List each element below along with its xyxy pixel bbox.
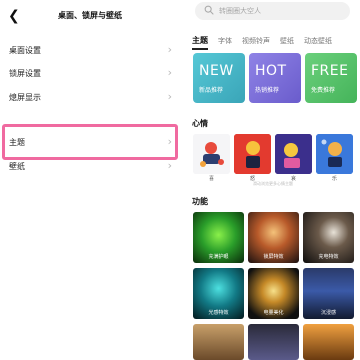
mood-card-joy[interactable] <box>193 134 230 174</box>
banner-free[interactable]: FREE 免费推荐 <box>305 53 357 103</box>
mood-card-happy[interactable] <box>316 134 353 174</box>
category-tabs: 主题 字体 视频铃声 壁纸 动态壁纸 <box>192 28 360 50</box>
mood-caption: 喜 <box>208 176 214 182</box>
feature-card-light-effect[interactable]: 光感特效 <box>193 268 244 319</box>
tab-font[interactable]: 字体 <box>218 36 232 46</box>
search-bar[interactable] <box>195 2 350 20</box>
feature-label: 光感特效 <box>208 310 229 316</box>
mood-illustration <box>193 134 230 174</box>
mood-caption: 乐 <box>331 176 337 182</box>
mood-section-title: 心情 <box>192 119 208 128</box>
settings-item-label: 桌面设置 <box>9 46 41 55</box>
chevron-right-icon: › <box>167 159 172 172</box>
feature-card-charge-effect[interactable]: 充电特效 <box>303 212 354 263</box>
settings-item-label: 锁屏设置 <box>9 69 41 78</box>
tab-wallpaper[interactable]: 壁纸 <box>280 36 294 46</box>
banner-title: HOT <box>255 63 287 79</box>
search-icon <box>204 5 214 15</box>
banner-new[interactable]: NEW 新品推荐 <box>193 53 245 103</box>
mood-illustration <box>275 134 312 174</box>
settings-item-label: 主题 <box>9 138 25 147</box>
banner-subtitle: 新品推荐 <box>199 87 224 94</box>
tab-video-ringtone[interactable]: 视频铃声 <box>242 36 270 46</box>
settings-item-label: 壁纸 <box>9 162 25 171</box>
mood-illustration <box>316 134 353 174</box>
settings-item-wallpaper[interactable]: 壁纸 › <box>0 155 183 177</box>
feature-card-more-3[interactable] <box>303 324 354 360</box>
settings-item-lockscreen[interactable]: 锁屏设置 › <box>0 62 183 84</box>
chevron-right-icon: › <box>167 90 172 103</box>
features-section-title: 功能 <box>192 197 208 206</box>
mood-illustration <box>234 134 271 174</box>
feature-card-lock-effect[interactable]: 锁屏特效 <box>248 212 299 263</box>
settings-item-theme[interactable]: 主题 › <box>0 131 183 153</box>
feature-label: 充满护眼 <box>208 254 229 260</box>
banner-hot[interactable]: HOT 热销推荐 <box>249 53 301 103</box>
feature-label: 电量美化 <box>263 310 284 316</box>
settings-panel: ❮ 桌面、锁屏与壁纸 桌面设置 › 锁屏设置 › 熄屏显示 › 主题 › 壁纸 … <box>0 0 183 360</box>
chevron-right-icon: › <box>167 43 172 56</box>
theme-store-panel: 主题字体视频铃声壁纸动态壁纸 NEW 新品推荐 HOT 热销推荐 FREE 免费… <box>183 0 360 360</box>
page-title: 桌面、锁屏与壁纸 <box>58 11 122 20</box>
settings-topbar: ❮ 桌面、锁屏与壁纸 <box>0 0 183 34</box>
feature-label: 充电特效 <box>318 254 339 260</box>
chevron-right-icon: › <box>167 66 172 79</box>
search-input[interactable] <box>219 2 345 20</box>
mood-card-anger[interactable] <box>234 134 271 174</box>
settings-item-label: 熄屏显示 <box>9 93 41 102</box>
feature-card-more-2[interactable] <box>248 324 299 360</box>
banner-subtitle: 免费推荐 <box>311 87 336 94</box>
mood-footnote: 滑动浏览更多心情主题 <box>253 181 293 186</box>
feature-card-immersive[interactable]: 沉浸感 <box>303 268 354 319</box>
banner-title: FREE <box>311 63 349 79</box>
settings-item-aod[interactable]: 熄屏显示 › <box>0 86 183 108</box>
feature-label: 锁屏特效 <box>263 254 284 260</box>
settings-item-desktop[interactable]: 桌面设置 › <box>0 39 183 61</box>
feature-card-more-1[interactable] <box>193 324 244 360</box>
tab-live-wallpaper[interactable]: 动态壁纸 <box>304 36 332 46</box>
banner-subtitle: 热销推荐 <box>255 87 280 94</box>
feature-card-battery-style[interactable]: 电量美化 <box>248 268 299 319</box>
mood-card-sorrow[interactable] <box>275 134 312 174</box>
banner-title: NEW <box>199 63 234 79</box>
feature-label: 沉浸感 <box>320 310 336 316</box>
back-arrow-icon[interactable]: ❮ <box>8 8 24 24</box>
chevron-right-icon: › <box>167 135 172 148</box>
tab-theme[interactable]: 主题 <box>192 35 208 50</box>
feature-card-eye-care[interactable]: 充满护眼 <box>193 212 244 263</box>
